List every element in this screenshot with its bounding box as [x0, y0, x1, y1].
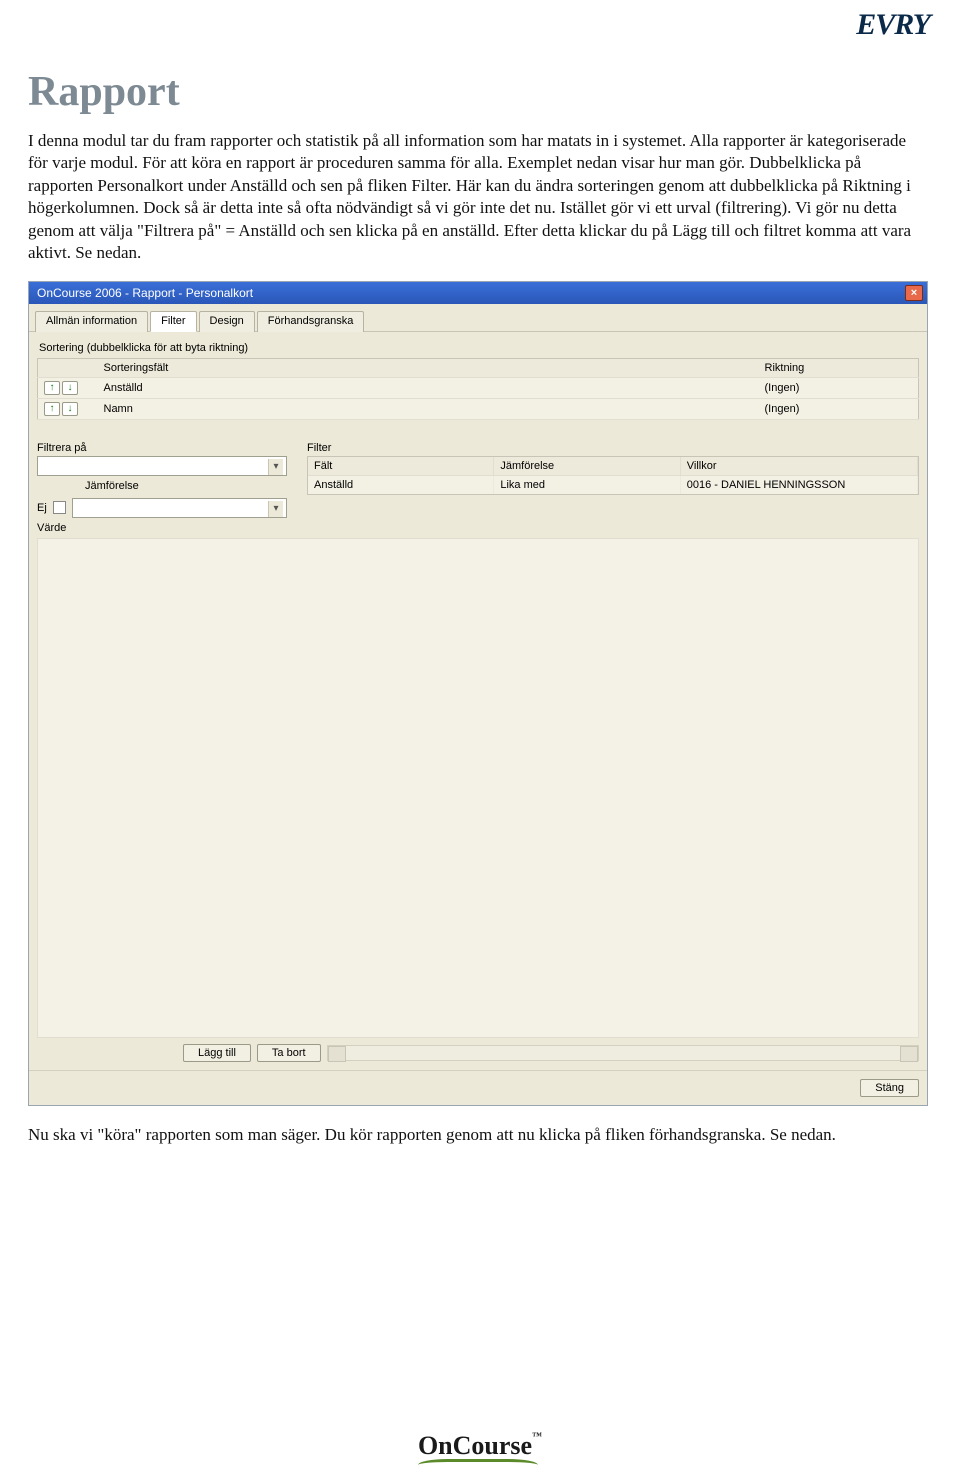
- tab-strip: Allmän information Filter Design Förhand…: [29, 304, 927, 332]
- table-row[interactable]: ↑↓ Anställd (Ingen): [38, 377, 919, 398]
- label-filter-on: Filtrera på: [37, 442, 287, 454]
- move-up-icon[interactable]: ↑: [44, 402, 60, 416]
- move-up-icon[interactable]: ↑: [44, 381, 60, 395]
- filter-right-panel: Filter Fält Jämförelse Villkor Anställd …: [307, 438, 919, 536]
- window-body: Sortering (dubbelklicka för att byta rik…: [29, 332, 927, 1070]
- filter-cell-field: Anställd: [308, 476, 494, 494]
- sort-header-direction: Riktning: [759, 358, 919, 377]
- filter-row[interactable]: Anställd Lika med 0016 - DANIEL HENNINGS…: [308, 476, 918, 494]
- add-button[interactable]: Lägg till: [183, 1044, 251, 1062]
- move-down-icon[interactable]: ↓: [62, 381, 78, 395]
- tab-preview[interactable]: Förhandsgranska: [257, 311, 365, 332]
- intro-paragraph: I denna modul tar du fram rapporter och …: [28, 130, 928, 265]
- filter-grid: Fält Jämförelse Villkor Anställd Lika me…: [307, 456, 919, 495]
- close-icon[interactable]: ×: [905, 285, 923, 301]
- filter-cell-comparison: Lika med: [494, 476, 680, 494]
- table-row[interactable]: ↑↓ Namn (Ingen): [38, 398, 919, 419]
- page-title: Rapport: [28, 68, 932, 116]
- sort-field: Namn: [98, 398, 759, 419]
- outro-paragraph: Nu ska vi "köra" rapporten som man säger…: [28, 1124, 928, 1146]
- filter-left-panel: Filtrera på Jämförelse Ej Värde: [37, 438, 287, 536]
- tab-design[interactable]: Design: [199, 311, 255, 332]
- close-button[interactable]: Stäng: [860, 1079, 919, 1097]
- sort-direction: (Ingen): [759, 398, 919, 419]
- remove-button[interactable]: Ta bort: [257, 1044, 321, 1062]
- filter-header-comparison: Jämförelse: [494, 457, 680, 476]
- titlebar: OnCourse 2006 - Rapport - Personalkort ×: [29, 282, 927, 304]
- move-down-icon[interactable]: ↓: [62, 402, 78, 416]
- label-value: Värde: [37, 522, 287, 534]
- filter-cell-condition: 0016 - DANIEL HENNINGSSON: [681, 476, 918, 494]
- window-title: OnCourse 2006 - Rapport - Personalkort: [37, 286, 253, 300]
- filter-header-field: Fält: [308, 457, 494, 476]
- filter-header-condition: Villkor: [681, 457, 918, 476]
- ej-checkbox[interactable]: [53, 501, 66, 514]
- sort-caption: Sortering (dubbelklicka för att byta rik…: [39, 342, 919, 354]
- label-ej: Ej: [37, 502, 47, 514]
- comparison-combo[interactable]: [72, 498, 287, 518]
- brand-logo-top: EVRY: [856, 8, 930, 42]
- sort-field: Anställd: [98, 377, 759, 398]
- filter-toolbar: Lägg till Ta bort: [37, 1044, 919, 1062]
- sort-table: Sorteringsfält Riktning ↑↓ Anställd (Ing…: [37, 358, 919, 420]
- filter-on-combo[interactable]: [37, 456, 287, 476]
- tab-general[interactable]: Allmän information: [35, 311, 148, 332]
- tab-filter[interactable]: Filter: [150, 311, 196, 332]
- label-filter: Filter: [307, 442, 919, 454]
- window-footer: Stäng: [29, 1070, 927, 1105]
- filter-details-area: [37, 538, 919, 1038]
- brand-logo-bottom: OnCourse™: [418, 1431, 542, 1465]
- sort-header-field: Sorteringsfält: [98, 358, 759, 377]
- app-window: OnCourse 2006 - Rapport - Personalkort ×…: [28, 281, 928, 1106]
- label-comparison: Jämförelse: [85, 480, 287, 492]
- sort-direction: (Ingen): [759, 377, 919, 398]
- horizontal-scrollbar[interactable]: [327, 1045, 919, 1061]
